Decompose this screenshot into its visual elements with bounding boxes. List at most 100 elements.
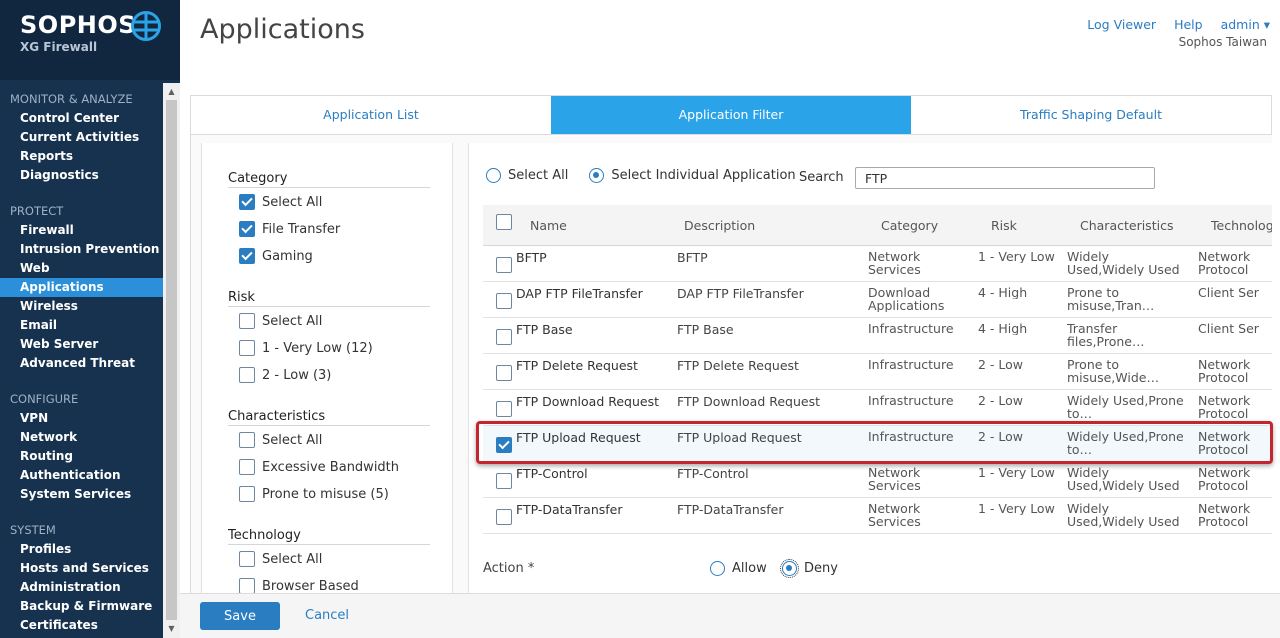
sidebar-item-system-services[interactable]: System Services — [0, 485, 163, 504]
cell-technology: Network Protocol — [1198, 466, 1251, 492]
sidebar-item-web[interactable]: Web — [0, 259, 163, 278]
help-link[interactable]: Help — [1174, 17, 1203, 32]
filter-risk-1-very-low-12[interactable]: 1 - Very Low (12) — [239, 338, 373, 358]
sidebar-item-email[interactable]: Email — [0, 316, 163, 335]
header-select-all-checkbox[interactable] — [496, 214, 512, 230]
application-table: Name Description Category Risk Character… — [483, 205, 1272, 534]
sidebar-item-network[interactable]: Network — [0, 428, 163, 447]
filter-category-select-all[interactable]: Select All — [239, 192, 322, 212]
sidebar-item-intrusion-prevention[interactable]: Intrusion Prevention — [0, 240, 163, 259]
cell-category: Network Services — [868, 466, 921, 492]
sidebar-item-routing[interactable]: Routing — [0, 447, 163, 466]
table-row[interactable]: FTP Download Request FTP Download Request… — [483, 390, 1272, 426]
filter-risk-2-low-3[interactable]: 2 - Low (3) — [239, 365, 331, 385]
table-row[interactable]: FTP Delete Request FTP Delete Request Infr… — [483, 354, 1272, 390]
filter-checkbox[interactable] — [239, 313, 255, 329]
table-row[interactable]: DAP FTP FileTransfer DAP FTP FileTransfer… — [483, 282, 1272, 318]
filter-risk-select-all[interactable]: Select All — [239, 311, 322, 331]
sidebar-scroll-thumb[interactable] — [166, 100, 177, 620]
sidebar-nav: MONITOR & ANALYZE Control Center Current A… — [0, 88, 163, 635]
filter-characteristics-excessive-bandwidth[interactable]: Excessive Bandwidth — [239, 457, 399, 477]
cell-characteristics: Widely Used,Prone to… — [1067, 394, 1184, 420]
filter-checkbox[interactable] — [239, 340, 255, 356]
filter-category-gaming[interactable]: Gaming — [239, 246, 313, 266]
table-header: Name Description Category Risk Character… — [483, 205, 1272, 246]
row-checkbox[interactable] — [496, 473, 512, 489]
row-checkbox[interactable] — [496, 401, 512, 417]
sidebar-item-administration[interactable]: Administration — [0, 578, 163, 597]
sidebar-item-control-center[interactable]: Control Center — [0, 109, 163, 128]
sidebar-item-profiles[interactable]: Profiles — [0, 540, 163, 559]
brand: SOPHOS XG Firewall — [0, 0, 180, 80]
filter-checkbox[interactable] — [239, 578, 255, 593]
sidebar-item-reports[interactable]: Reports — [0, 147, 163, 166]
user-menu[interactable]: admin ▾ — [1221, 17, 1270, 32]
row-checkbox[interactable] — [496, 365, 512, 381]
select-individual-radio[interactable] — [589, 168, 605, 183]
row-checkbox[interactable] — [496, 293, 512, 309]
tab-traffic-shaping-default[interactable]: Traffic Shaping Default — [911, 96, 1271, 134]
column-technology[interactable]: Technology — [1211, 218, 1272, 233]
filter-technology-select-all[interactable]: Select All — [239, 549, 322, 569]
log-viewer-link[interactable]: Log Viewer — [1087, 17, 1156, 32]
filter-checkbox[interactable] — [239, 486, 255, 502]
filter-checkbox[interactable] — [239, 194, 255, 210]
table-row[interactable]: FTP-DataTransfer FTP-DataTransfer Network … — [483, 498, 1272, 534]
search-input[interactable] — [855, 167, 1155, 189]
filter-checkbox[interactable] — [239, 551, 255, 567]
sidebar-item-backup-firmware[interactable]: Backup & Firmware — [0, 597, 163, 616]
sidebar-item-web-server[interactable]: Web Server — [0, 335, 163, 354]
column-description[interactable]: Description — [684, 218, 755, 233]
action-deny[interactable]: Deny — [780, 559, 838, 578]
filter-characteristics-prone-to-misuse-5[interactable]: Prone to misuse (5) — [239, 484, 389, 504]
sidebar-item-certificates[interactable]: Certificates — [0, 616, 163, 635]
filter-checkbox[interactable] — [239, 248, 255, 264]
sidebar-item-wireless[interactable]: Wireless — [0, 297, 163, 316]
sidebar-item-current-activities[interactable]: Current Activities — [0, 128, 163, 147]
table-row[interactable]: FTP Upload Request FTP Upload Request Infr… — [483, 426, 1272, 462]
sidebar-item-advanced-threat[interactable]: Advanced Threat — [0, 354, 163, 373]
allow-radio[interactable] — [710, 561, 725, 576]
table-row[interactable]: FTP-Control FTP-Control Network Services 1 … — [483, 462, 1272, 498]
sidebar-item-applications[interactable]: Applications — [0, 278, 163, 297]
sidebar-item-hosts-and-services[interactable]: Hosts and Services — [0, 559, 163, 578]
row-checkbox[interactable] — [496, 509, 512, 525]
sophos-logo-icon — [131, 11, 161, 41]
cancel-button[interactable]: Cancel — [305, 608, 349, 623]
filter-checkbox[interactable] — [239, 459, 255, 475]
tab-application-filter[interactable]: Application Filter — [551, 96, 911, 134]
filter-checkbox[interactable] — [239, 432, 255, 448]
sidebar-item-authentication[interactable]: Authentication — [0, 466, 163, 485]
deny-label: Deny — [804, 561, 838, 576]
save-button[interactable]: Save — [200, 602, 280, 630]
sidebar-item-vpn[interactable]: VPN — [0, 409, 163, 428]
select-all-radio[interactable] — [486, 168, 501, 183]
sidebar-item-firewall[interactable]: Firewall — [0, 221, 163, 240]
deny-radio[interactable] — [780, 559, 799, 578]
table-row[interactable]: BFTP BFTP Network Services 1 - Very Low Wide… — [483, 246, 1272, 282]
filter-characteristics-select-all[interactable]: Select All — [239, 430, 322, 450]
column-category[interactable]: Category — [881, 218, 938, 233]
cell-description: FTP Base — [677, 323, 734, 336]
sidebar-item-diagnostics[interactable]: Diagnostics — [0, 166, 163, 185]
filter-category-file-transfer[interactable]: File Transfer — [239, 219, 340, 239]
column-characteristics[interactable]: Characteristics — [1080, 218, 1173, 233]
row-checkbox[interactable] — [496, 329, 512, 345]
scroll-down-icon[interactable]: ▼ — [163, 622, 180, 636]
filter-checkbox[interactable] — [239, 221, 255, 237]
table-row[interactable]: FTP Base FTP Base Infrastructure 4 - High Tr… — [483, 318, 1272, 354]
row-checkbox[interactable] — [496, 437, 512, 453]
row-checkbox[interactable] — [496, 257, 512, 273]
filter-checkbox[interactable] — [239, 367, 255, 383]
nav-section-monitor-analyze: MONITOR & ANALYZE — [10, 92, 133, 106]
column-name[interactable]: Name — [530, 218, 567, 233]
tab-application-list[interactable]: Application List — [191, 96, 551, 134]
nav-gap — [0, 185, 163, 200]
cell-category: Infrastructure — [868, 322, 954, 335]
cell-technology: Network Protocol — [1198, 430, 1251, 456]
action-allow[interactable]: Allow — [710, 561, 767, 576]
filter-technology-browser-based[interactable]: Browser Based — [239, 576, 359, 593]
scroll-up-icon[interactable]: ▲ — [163, 85, 180, 99]
cell-technology: Client Ser — [1198, 322, 1259, 335]
column-risk[interactable]: Risk — [991, 218, 1017, 233]
